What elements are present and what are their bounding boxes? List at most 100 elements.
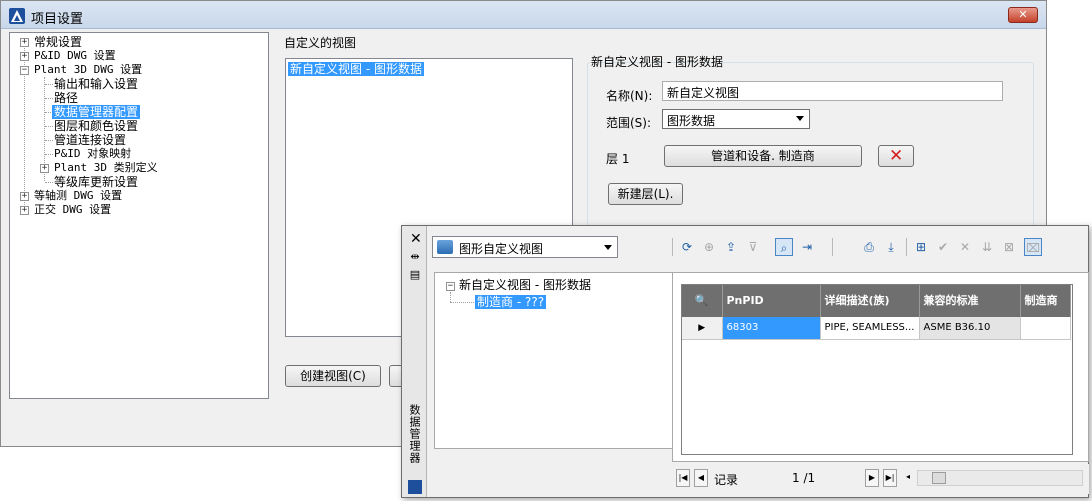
autocad-plant-logo-icon [9, 8, 25, 24]
record-position: 1 /1 [792, 471, 816, 485]
column-header-standard[interactable]: 兼容的标准 [919, 285, 1021, 317]
tree-line [45, 84, 53, 85]
toolbar-separator [906, 238, 907, 256]
tree-item-pipe-connections[interactable]: 管道连接设置 [54, 133, 126, 147]
filter-icon[interactable]: ⊽ [744, 238, 762, 256]
tree-item-ortho-dwg[interactable]: 正交 DWG 设置 [34, 203, 111, 217]
column-header-manufacturer[interactable]: 制造商 [1020, 285, 1071, 317]
data-grid[interactable]: 🔍 PnPID 详细描述(族) 兼容的标准 制造商 ▶ 68303 PIPE, … [681, 284, 1073, 455]
scope-label: 范围(S): [606, 116, 652, 130]
zoom-column-icon[interactable]: 🔍 [682, 285, 723, 317]
data-manager-palette: ✕ ⇹ ▤ 数据管理器 图形自定义视图 ⟳ ⊕ ⇪ ⊽ ⌕ ⇥ ⎙ ⤓ ⊞ ✔ … [401, 225, 1089, 498]
view-tree[interactable]: − 新自定义视图 - 图形数据 制造商 - ??? [434, 272, 674, 449]
add-row-icon[interactable]: ⊞ [912, 238, 930, 256]
palette-close-icon[interactable]: ✕ [410, 231, 422, 247]
autocad-logo-icon [408, 480, 422, 494]
last-record-icon[interactable]: ▶| [883, 469, 897, 487]
toggle-icon[interactable]: ⌧ [1024, 238, 1042, 256]
reject-icon[interactable]: ✕ [956, 238, 974, 256]
autohide-icon[interactable]: ⇹ [409, 251, 421, 263]
row-marker-icon[interactable]: ▶ [682, 317, 723, 340]
expand-icon[interactable]: + [20, 206, 29, 215]
view-editor-title: 新自定义视图 - 图形数据 [591, 55, 723, 69]
custom-views-label: 自定义的视图 [284, 36, 357, 50]
tree-item-plant3d-class-def[interactable]: Plant 3D 类别定义 [54, 161, 158, 175]
tree-line [45, 140, 53, 141]
scrollbar-thumb[interactable] [932, 472, 946, 484]
name-field[interactable]: 新自定义视图 [662, 81, 1003, 101]
tree-item-general[interactable]: 常规设置 [34, 35, 82, 49]
tree-item-layers-colors[interactable]: 图层和颜色设置 [54, 119, 138, 133]
expand-icon[interactable]: + [20, 192, 29, 201]
print-icon[interactable]: ⎙ [860, 238, 878, 256]
toolbar-separator [832, 238, 833, 256]
view-tree-root[interactable]: 新自定义视图 - 图形数据 [459, 278, 591, 292]
refresh-icon[interactable]: ⟳ [678, 238, 696, 256]
column-settings-icon[interactable]: ⇥ [798, 238, 816, 256]
accept-icon[interactable]: ✔ [934, 238, 952, 256]
tree-line [45, 154, 53, 155]
cell-standard[interactable]: ASME B36.10 [919, 317, 1021, 340]
tree-line [450, 292, 451, 302]
scope-select[interactable]: 图形数据 [662, 109, 810, 129]
scope-value: 图形数据 [667, 114, 716, 128]
expand-icon[interactable]: + [20, 52, 29, 61]
drawing-data-icon [437, 240, 453, 254]
view-type-combo[interactable]: 图形自定义视图 [432, 236, 618, 258]
name-label: 名称(N): [606, 89, 653, 103]
accept-all-icon[interactable]: ⇊ [978, 238, 996, 256]
tree-item-pid-object-mapping[interactable]: P&ID 对象映射 [54, 147, 131, 161]
dropdown-arrow-icon [796, 116, 804, 121]
next-record-icon[interactable]: ▶ [865, 469, 879, 487]
scroll-left-icon[interactable]: ◂ [901, 469, 915, 487]
layer-label: 层 1 [606, 152, 630, 166]
export-icon[interactable]: ⇪ [722, 238, 740, 256]
record-navigator: |◀ ◀ 记录 1 /1 ▶ ▶| ◂ [672, 464, 1089, 494]
first-record-icon[interactable]: |◀ [676, 469, 690, 487]
tree-item-iso-dwg[interactable]: 等轴测 DWG 设置 [34, 189, 122, 203]
tree-item-data-manager-config[interactable]: 数据管理器配置 [52, 105, 141, 119]
tree-item-pid-dwg[interactable]: P&ID DWG 设置 [34, 49, 116, 63]
dropdown-arrow-icon [604, 245, 612, 250]
custom-view-item[interactable]: 新自定义视图 - 图形数据 [288, 62, 424, 76]
expand-icon[interactable]: + [20, 38, 29, 47]
tree-item-paths[interactable]: 路径 [54, 91, 78, 105]
data-table: 🔍 PnPID 详细描述(族) 兼容的标准 制造商 ▶ 68303 PIPE, … [682, 285, 1071, 340]
view-tree-manufacturer[interactable]: 制造商 - ??? [475, 295, 547, 309]
close-button[interactable]: ✕ [1008, 7, 1038, 23]
palette-title: 数据管理器 [408, 404, 421, 464]
view-type-value: 图形自定义视图 [459, 242, 544, 256]
tree-line [45, 182, 53, 183]
palette-side-strip: ✕ ⇹ ▤ 数据管理器 [402, 226, 427, 497]
title-bar: 项目设置 ✕ [1, 1, 1046, 29]
cell-pnpid[interactable]: 68303 [722, 317, 821, 340]
expand-icon[interactable]: + [40, 164, 49, 173]
collapse-icon[interactable]: − [20, 66, 29, 75]
zoom-to-icon[interactable]: ⊕ [700, 238, 718, 256]
properties-menu-icon[interactable]: ▤ [409, 269, 421, 281]
reject-all-icon[interactable]: ⊠ [1000, 238, 1018, 256]
record-label: 记录 [714, 473, 739, 487]
column-header-pnpid[interactable]: PnPID [722, 285, 821, 317]
table-header-row: 🔍 PnPID 详细描述(族) 兼容的标准 制造商 [682, 285, 1071, 317]
new-layer-button[interactable]: 新建层(L). [608, 183, 683, 205]
delete-layer-button[interactable]: ✕ [878, 145, 914, 167]
toolbar-separator [672, 238, 673, 256]
table-row[interactable]: ▶ 68303 PIPE, SEAMLESS... ASME B36.10 [682, 317, 1071, 340]
tree-line [450, 302, 474, 303]
tree-item-plant3d-dwg[interactable]: Plant 3D DWG 设置 [34, 63, 142, 77]
cell-manufacturer[interactable] [1020, 317, 1071, 340]
create-view-button[interactable]: 创建视图(C) [285, 365, 381, 387]
tree-item-export-import[interactable]: 输出和输入设置 [54, 77, 138, 91]
settings-tree[interactable]: + 常规设置 + P&ID DWG 设置 − Plant 3D DWG 设置 输… [9, 32, 269, 399]
prev-record-icon[interactable]: ◀ [694, 469, 708, 487]
horizontal-scrollbar[interactable] [917, 470, 1083, 486]
tree-item-spec-update[interactable]: 等级库更新设置 [54, 175, 138, 189]
window-title: 项目设置 [31, 12, 84, 27]
collapse-icon[interactable]: − [446, 282, 455, 291]
cell-description[interactable]: PIPE, SEAMLESS... [820, 317, 920, 340]
import-icon[interactable]: ⤓ [882, 238, 900, 256]
column-header-description[interactable]: 详细描述(族) [820, 285, 920, 317]
layer-property-button[interactable]: 管道和设备. 制造商 [664, 145, 862, 167]
zoom-search-icon[interactable]: ⌕ [775, 238, 793, 256]
